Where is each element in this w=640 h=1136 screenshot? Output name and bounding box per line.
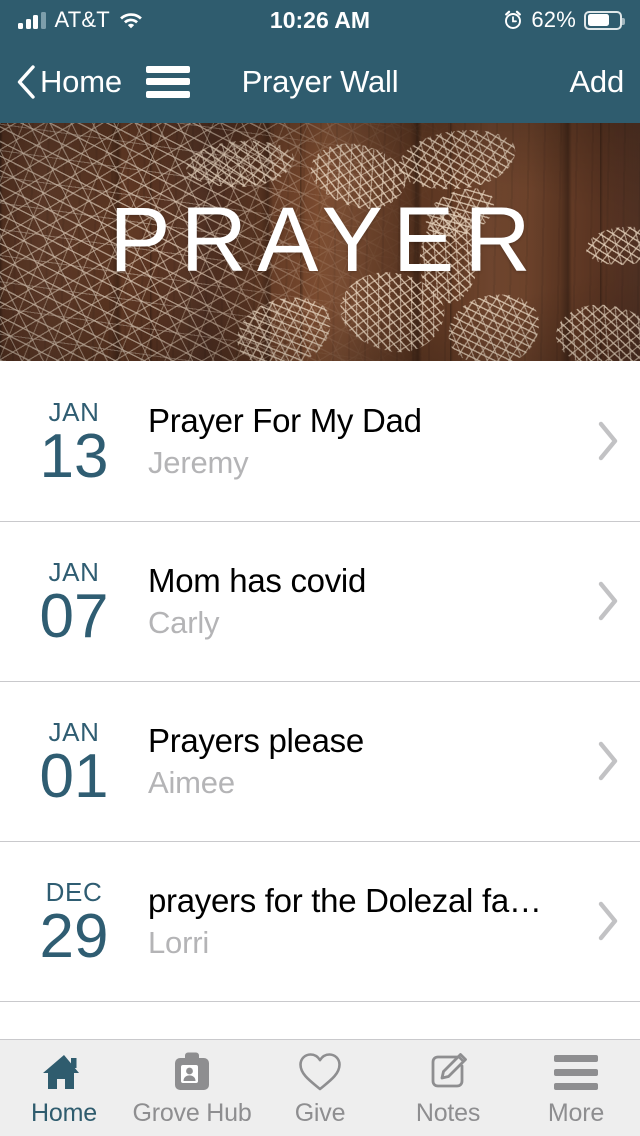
clipboard-person-icon [172, 1051, 212, 1093]
back-button-label: Home [40, 63, 122, 99]
tab-home[interactable]: Home [0, 1040, 128, 1128]
list-item-partial[interactable] [0, 1001, 640, 1037]
navigation-bar: Home Prayer Wall Add [0, 40, 640, 123]
list-item-day: 07 [39, 581, 109, 651]
list-item-date: DEC 29 [0, 875, 148, 968]
list-item-text: prayers for the Dolezal fa… Lorri [148, 881, 576, 962]
battery-icon [584, 10, 625, 30]
status-bar-left: AT&T [18, 7, 503, 33]
list-item-author: Jeremy [148, 445, 249, 481]
list-item-title: Prayer For My Dad [148, 401, 422, 439]
note-pencil-icon [427, 1051, 469, 1093]
list-item-author: Lorri [148, 925, 210, 961]
list-item-text: Prayer For My Dad Jeremy [148, 401, 576, 482]
list-item-day: 29 [39, 901, 109, 971]
list-item-title: Mom has covid [148, 561, 367, 599]
home-icon [41, 1051, 87, 1093]
app-screen: AT&T 10:26 AM 62% Home Prayer Wall Add P… [0, 0, 640, 1136]
tab-more-label: More [547, 1099, 605, 1127]
chevron-right-icon [576, 901, 640, 941]
list-item[interactable]: JAN 07 Mom has covid Carly [0, 521, 640, 681]
tab-grove-hub[interactable]: Grove Hub [128, 1040, 256, 1128]
list-item-text: Mom has covid Carly [148, 561, 576, 642]
list-item-day: 13 [39, 421, 109, 491]
tab-give-label: Give [294, 1099, 346, 1127]
tab-grove-hub-label: Grove Hub [132, 1099, 252, 1127]
list-item-title: Prayers please [148, 721, 364, 759]
list-item-month: JAN [48, 716, 100, 747]
back-button[interactable]: Home [16, 64, 122, 100]
list-item-date: JAN 13 [0, 395, 148, 488]
list-item-author: Aimee [148, 765, 235, 801]
signal-icon [18, 11, 46, 29]
heart-icon [297, 1051, 343, 1093]
tab-give[interactable]: Give [256, 1040, 384, 1128]
list-item[interactable]: JAN 13 Prayer For My Dad Jeremy [0, 361, 640, 521]
chevron-right-icon [576, 421, 640, 461]
status-bar: AT&T 10:26 AM 62% [0, 0, 640, 40]
list-item-author: Carly [148, 605, 220, 641]
tab-more[interactable]: More [512, 1040, 640, 1128]
list-item-day: 01 [39, 741, 109, 811]
list-item-month: DEC [45, 876, 103, 907]
list-item-title: prayers for the Dolezal fa… [148, 881, 542, 919]
chevron-left-icon [16, 64, 36, 99]
add-button[interactable]: Add [569, 64, 624, 100]
list-item-text: Prayers please Aimee [148, 721, 576, 802]
prayer-list: JAN 13 Prayer For My Dad Jeremy JAN 07 M… [0, 361, 640, 1037]
tab-notes[interactable]: Notes [384, 1040, 512, 1128]
carrier-label: AT&T [54, 7, 110, 32]
alarm-icon [503, 10, 523, 30]
list-item-date: JAN 01 [0, 715, 148, 808]
list-item[interactable]: JAN 01 Prayers please Aimee [0, 681, 640, 841]
list-item[interactable]: DEC 29 prayers for the Dolezal fa… Lorri [0, 841, 640, 1001]
hamburger-icon [554, 1051, 598, 1093]
tab-bar: Home Grove Hub Give Notes More [0, 1039, 640, 1136]
battery-percent-label: 62% [531, 7, 576, 32]
chevron-right-icon [576, 741, 640, 781]
tab-home-label: Home [31, 1099, 97, 1127]
list-item-month: JAN [48, 556, 100, 587]
list-item-date: JAN 07 [0, 555, 148, 648]
menu-icon[interactable] [145, 65, 190, 98]
hero-title: PRAYER [109, 189, 541, 292]
list-item-month: JAN [48, 396, 100, 427]
chevron-right-icon [576, 581, 640, 621]
wifi-icon [119, 11, 143, 29]
hero-banner: PRAYER [0, 123, 640, 361]
tab-notes-label: Notes [415, 1099, 481, 1127]
status-bar-right: 62% [503, 7, 625, 33]
